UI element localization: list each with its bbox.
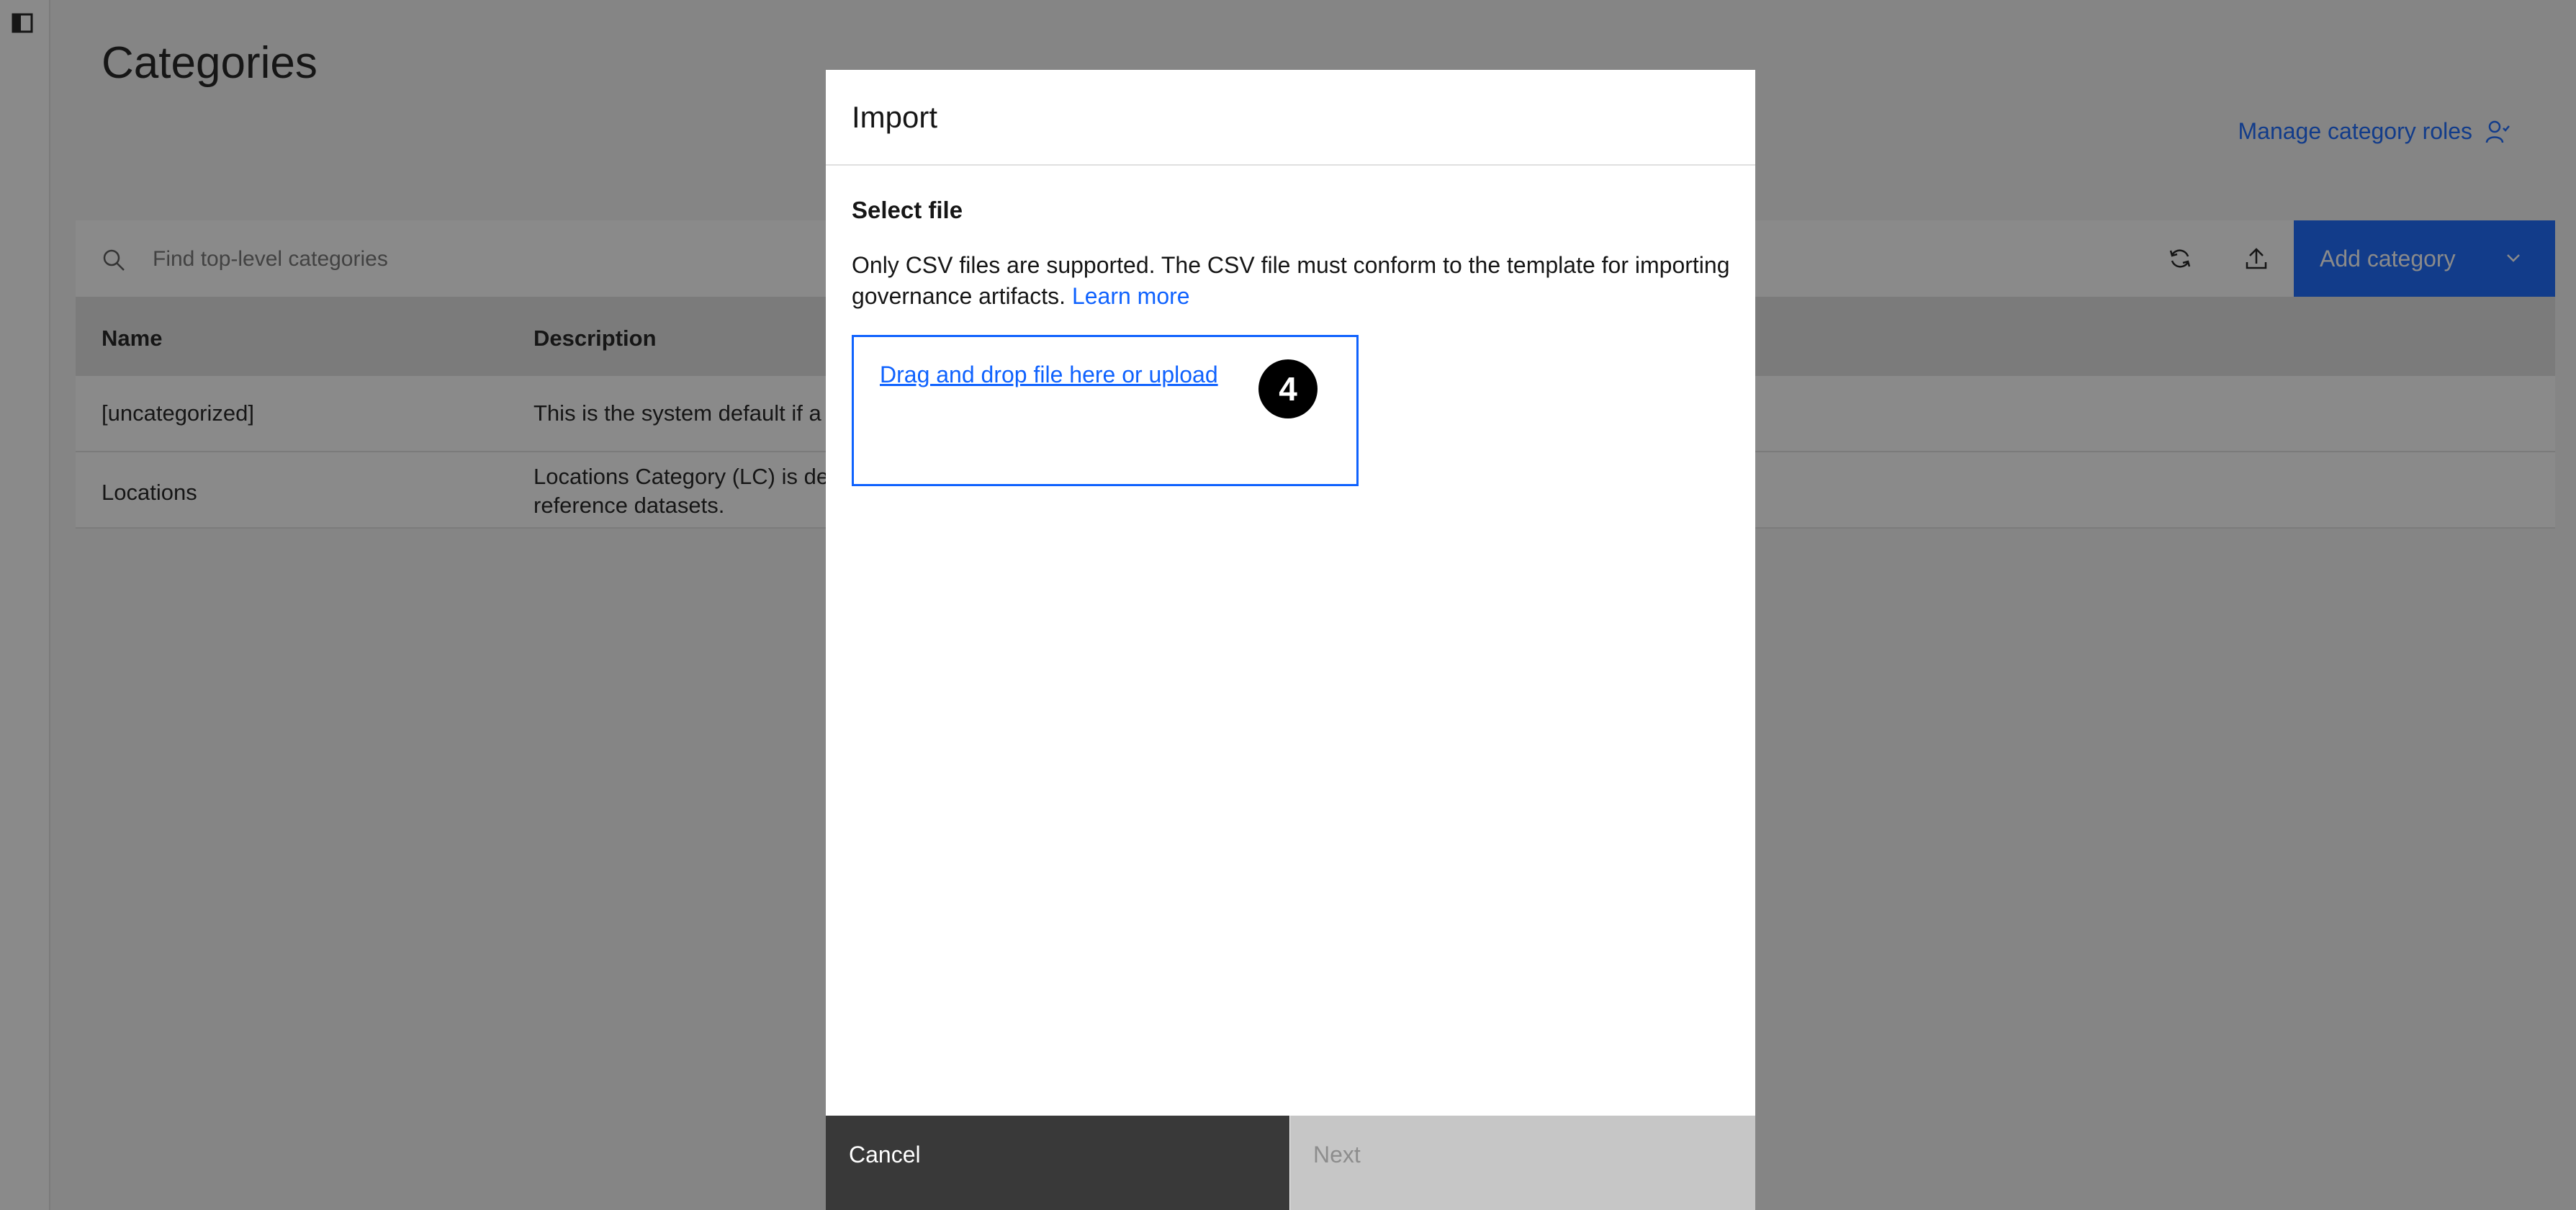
select-file-heading: Select file [852,197,963,223]
import-description-text: Only CSV files are supported. The CSV fi… [852,252,1730,309]
cancel-button[interactable]: Cancel [826,1116,1289,1210]
learn-more-link[interactable]: Learn more [1072,283,1190,309]
next-button[interactable]: Next [1290,1116,1755,1210]
step-number-badge: 4 [1258,359,1318,418]
import-description: Only CSV files are supported. The CSV fi… [852,250,1737,312]
import-modal: Import Select file Only CSV files are su… [826,70,1755,1210]
modal-title: Import [852,100,938,134]
upload-link[interactable]: Drag and drop file here or upload [880,362,1218,388]
modal-divider [826,164,1755,166]
